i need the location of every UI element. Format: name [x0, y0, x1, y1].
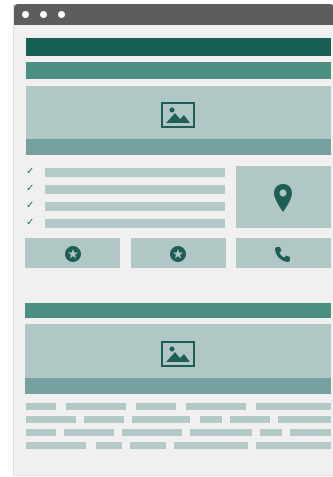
text-placeholder — [136, 403, 176, 410]
secondary-caption-strip — [25, 378, 331, 394]
checklist-line — [45, 219, 225, 228]
text-placeholder — [230, 416, 270, 423]
header-bar-primary — [26, 38, 331, 56]
text-placeholder — [66, 403, 126, 410]
hero-caption-strip — [26, 139, 331, 155]
browser-window: ✓ ✓ ✓ ✓ — [13, 4, 333, 476]
text-placeholder — [260, 429, 282, 436]
text-placeholder — [122, 429, 182, 436]
checkmark-icon: ✓ — [26, 183, 35, 194]
text-placeholder — [256, 403, 331, 410]
text-placeholder — [26, 403, 56, 410]
text-placeholder — [174, 442, 248, 449]
text-placeholder — [26, 416, 76, 423]
text-placeholder — [132, 416, 190, 423]
window-titlebar — [14, 4, 333, 25]
image-icon — [161, 341, 195, 367]
header-bar-secondary — [26, 62, 331, 79]
text-placeholder — [278, 416, 331, 423]
text-placeholder — [256, 442, 331, 449]
checklist-line — [45, 168, 225, 177]
text-placeholder — [96, 442, 122, 449]
text-placeholder — [200, 416, 222, 423]
star-icon — [65, 246, 81, 262]
phone-icon — [274, 245, 292, 263]
text-placeholder — [64, 429, 114, 436]
text-placeholder — [26, 442, 86, 449]
checkmark-icon: ✓ — [26, 217, 35, 228]
window-close-button[interactable] — [22, 11, 29, 18]
window-maximize-button[interactable] — [58, 11, 65, 18]
section-header-bar — [25, 303, 331, 318]
text-placeholder — [130, 442, 166, 449]
image-icon — [161, 102, 195, 128]
star-icon — [170, 246, 186, 262]
text-placeholder — [190, 429, 252, 436]
text-placeholder — [290, 429, 331, 436]
text-placeholder — [26, 429, 56, 436]
text-placeholder — [84, 416, 124, 423]
checklist-line — [45, 202, 225, 211]
checkmark-icon: ✓ — [26, 166, 35, 177]
text-placeholder — [186, 403, 246, 410]
checkmark-icon: ✓ — [26, 200, 35, 211]
window-minimize-button[interactable] — [40, 11, 47, 18]
checklist-line — [45, 185, 225, 194]
map-pin-icon — [272, 183, 294, 213]
